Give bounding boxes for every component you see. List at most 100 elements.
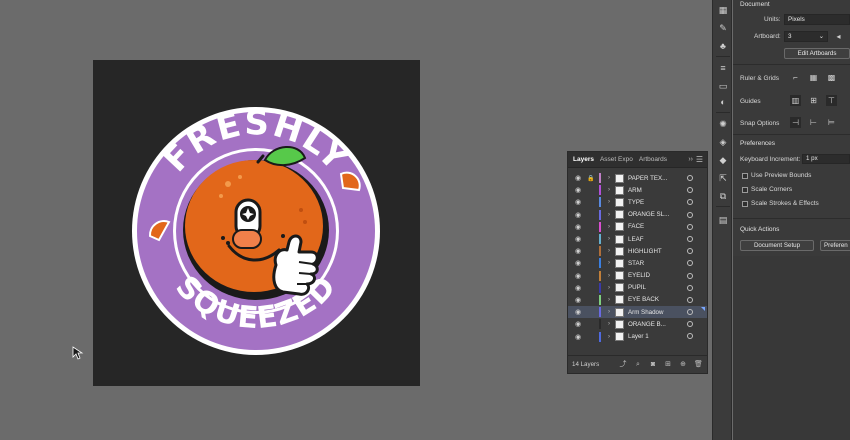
preferences-button[interactable]: Preferen bbox=[820, 240, 850, 251]
layer-name[interactable]: ARM bbox=[628, 187, 682, 194]
layers-icon[interactable]: ◆ bbox=[717, 154, 729, 166]
expand-chevron-icon[interactable]: › bbox=[605, 199, 613, 205]
scale-strokes-checkbox[interactable] bbox=[742, 201, 748, 207]
layer-name[interactable]: ORANGE SL... bbox=[628, 211, 682, 218]
layer-row[interactable]: ◉ › EYE BACK bbox=[568, 294, 707, 306]
expand-chevron-icon[interactable]: › bbox=[605, 236, 613, 242]
layer-row[interactable]: ◉ › ORANGE B... bbox=[568, 318, 707, 330]
grid-icon[interactable]: ▦ bbox=[808, 72, 819, 83]
visibility-eye-icon[interactable]: ◉ bbox=[573, 247, 583, 255]
layer-row[interactable]: ◉ 🔒 › PAPER TEX... bbox=[568, 172, 707, 184]
use-preview-bounds-checkbox[interactable] bbox=[742, 173, 748, 179]
pathfinder-icon[interactable]: ◐ bbox=[717, 96, 729, 108]
graphic-styles-icon[interactable]: ◈ bbox=[717, 136, 729, 148]
expand-chevron-icon[interactable]: › bbox=[605, 273, 613, 279]
layer-row[interactable]: ◉ › HIGHLIGHT bbox=[568, 245, 707, 257]
lock-guides-icon[interactable]: ⊞ bbox=[808, 95, 819, 106]
layer-row[interactable]: ◉ › PUPIL bbox=[568, 282, 707, 294]
target-circle-icon[interactable] bbox=[687, 248, 693, 255]
visibility-eye-icon[interactable]: ◉ bbox=[573, 320, 583, 328]
snap-to-glyph-icon[interactable]: ⊨ bbox=[826, 117, 837, 128]
visibility-eye-icon[interactable]: ◉ bbox=[573, 333, 583, 341]
visibility-eye-icon[interactable]: ◉ bbox=[573, 259, 583, 267]
snap-to-point-icon[interactable]: ⊣ bbox=[790, 117, 801, 128]
layer-name[interactable]: STAR bbox=[628, 260, 682, 267]
layer-name[interactable]: EYE BACK bbox=[628, 296, 682, 303]
smart-guides-icon[interactable]: ⊤ bbox=[826, 95, 837, 106]
clipping-mask-icon[interactable]: ◙ bbox=[649, 361, 657, 369]
layer-row[interactable]: ◉ › ARM bbox=[568, 184, 707, 196]
symbols-icon[interactable]: ♣ bbox=[717, 40, 729, 52]
ruler-icon[interactable]: ⌐ bbox=[790, 72, 801, 83]
expand-chevron-icon[interactable]: › bbox=[605, 248, 613, 254]
target-circle-icon[interactable] bbox=[687, 272, 693, 279]
layer-row[interactable]: ◉ › STAR bbox=[568, 257, 707, 269]
align-icon[interactable]: ≡ bbox=[717, 62, 729, 74]
layer-name[interactable]: ORANGE B... bbox=[628, 321, 682, 328]
layer-row[interactable]: ◉ › TYPE bbox=[568, 196, 707, 208]
visibility-eye-icon[interactable]: ◉ bbox=[573, 211, 583, 219]
visibility-eye-icon[interactable]: ◉ bbox=[573, 308, 583, 316]
previous-artboard-icon[interactable]: ◂ bbox=[833, 31, 844, 42]
layers-panel[interactable]: Layers Asset Expo Artboards ›› ☰ ◉ 🔒 › PAPE… bbox=[567, 151, 708, 374]
layer-row[interactable]: ◉ › Arm Shadow bbox=[568, 306, 707, 319]
expand-chevron-icon[interactable]: › bbox=[605, 175, 613, 181]
tab-artboards[interactable]: Artboards bbox=[639, 156, 667, 163]
layer-name[interactable]: LEAF bbox=[628, 236, 682, 243]
edit-artboards-button[interactable]: Edit Artboards bbox=[784, 48, 850, 59]
artboard[interactable]: FRESHLY SQUEEZED bbox=[93, 60, 420, 386]
layer-name[interactable]: TYPE bbox=[628, 199, 682, 206]
comments-icon[interactable]: ▤ bbox=[717, 214, 729, 226]
target-circle-icon[interactable] bbox=[687, 296, 693, 303]
panel-menu-icon[interactable]: ☰ bbox=[696, 155, 703, 164]
expand-chevron-icon[interactable]: › bbox=[605, 285, 613, 291]
visibility-eye-icon[interactable]: ◉ bbox=[573, 296, 583, 304]
delete-layer-icon[interactable]: 🗑 bbox=[694, 361, 703, 369]
scale-corners-checkbox[interactable] bbox=[742, 187, 748, 193]
expand-chevron-icon[interactable]: › bbox=[605, 321, 613, 327]
artboard-select[interactable]: 3 ⌄ bbox=[784, 31, 828, 42]
layer-row[interactable]: ◉ › Layer 1 bbox=[568, 330, 707, 342]
visibility-eye-icon[interactable]: ◉ bbox=[573, 174, 583, 182]
visibility-eye-icon[interactable]: ◉ bbox=[573, 223, 583, 231]
expand-chevron-icon[interactable]: › bbox=[605, 224, 613, 230]
target-circle-icon[interactable] bbox=[687, 211, 693, 218]
more-tabs-icon[interactable]: ›› bbox=[688, 156, 693, 163]
new-sublayer-icon[interactable]: ⊞ bbox=[664, 361, 672, 369]
target-circle-icon[interactable] bbox=[687, 309, 693, 316]
tab-asset-export[interactable]: Asset Expo bbox=[600, 156, 633, 163]
export-icon[interactable]: ⤴ bbox=[619, 361, 627, 369]
swatches-icon[interactable]: ▦ bbox=[717, 4, 729, 16]
units-select[interactable]: Pixels bbox=[784, 14, 850, 25]
export-asset-icon[interactable]: ⇱ bbox=[717, 172, 729, 184]
target-circle-icon[interactable] bbox=[687, 187, 693, 194]
layer-name[interactable]: PAPER TEX... bbox=[628, 175, 682, 182]
locate-object-icon[interactable]: ⌕ bbox=[634, 361, 642, 369]
layer-name[interactable]: Layer 1 bbox=[628, 333, 682, 340]
visibility-eye-icon[interactable]: ◉ bbox=[573, 235, 583, 243]
layer-name[interactable]: FACE bbox=[628, 223, 682, 230]
target-circle-icon[interactable] bbox=[687, 199, 693, 206]
tab-layers[interactable]: Layers bbox=[573, 156, 594, 163]
target-circle-icon[interactable] bbox=[687, 333, 693, 340]
layer-name[interactable]: PUPIL bbox=[628, 284, 682, 291]
layer-row[interactable]: ◉ › FACE bbox=[568, 221, 707, 233]
show-guides-icon[interactable]: ▥ bbox=[790, 95, 801, 106]
lock-icon[interactable]: 🔒 bbox=[586, 175, 596, 182]
target-circle-icon[interactable] bbox=[687, 235, 693, 242]
target-circle-icon[interactable] bbox=[687, 260, 693, 267]
visibility-eye-icon[interactable]: ◉ bbox=[573, 186, 583, 194]
target-circle-icon[interactable] bbox=[687, 175, 693, 181]
transform-icon[interactable]: ▭ bbox=[717, 80, 729, 92]
target-circle-icon[interactable] bbox=[687, 321, 693, 328]
layer-name[interactable]: Arm Shadow bbox=[628, 309, 682, 316]
target-circle-icon[interactable] bbox=[687, 284, 693, 291]
expand-chevron-icon[interactable]: › bbox=[605, 334, 613, 340]
expand-chevron-icon[interactable]: › bbox=[605, 297, 613, 303]
pixel-grid-icon[interactable]: ▩ bbox=[826, 72, 837, 83]
expand-chevron-icon[interactable]: › bbox=[605, 309, 613, 315]
visibility-eye-icon[interactable]: ◉ bbox=[573, 272, 583, 280]
layer-row[interactable]: ◉ › ORANGE SL... bbox=[568, 209, 707, 221]
keyboard-increment-input[interactable]: 1 px bbox=[802, 154, 850, 164]
layer-row[interactable]: ◉ › EYELID bbox=[568, 270, 707, 282]
